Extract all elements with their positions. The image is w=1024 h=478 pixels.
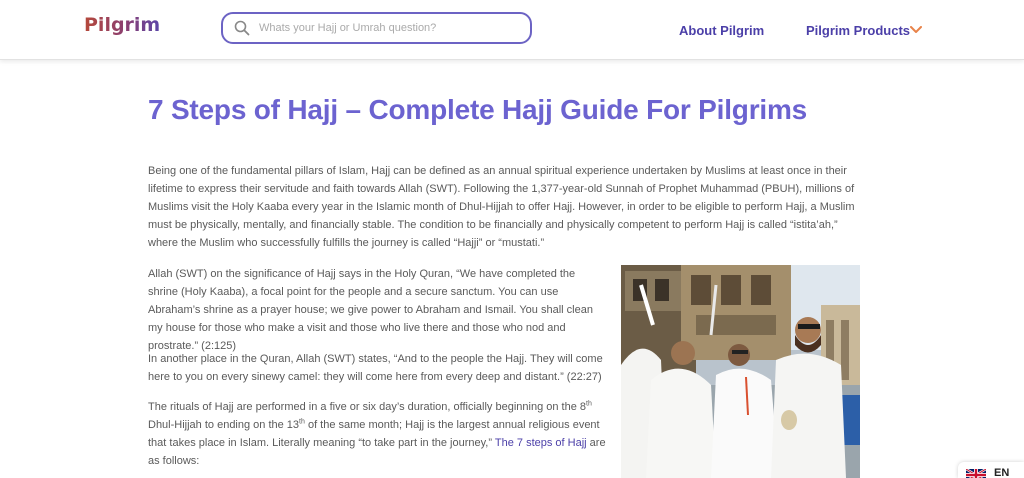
nav-pilgrim-products[interactable]: Pilgrim Products — [806, 23, 910, 38]
page-title: 7 Steps of Hajj – Complete Hajj Guide Fo… — [148, 94, 808, 125]
rituals-paragraph: The rituals of Hajj are performed in a f… — [148, 398, 608, 470]
rituals-text-b: Dhul-Hijjah to ending on the 13 — [148, 419, 300, 431]
uk-flag-icon — [966, 469, 986, 478]
second-quote-paragraph: In another place in the Quran, Allah (SW… — [148, 353, 603, 383]
site-header: Pilgrim About Pilgrim Pilgrim Products — [0, 0, 1024, 60]
quran-quote-paragraph: Allah (SWT) on the significance of Hajj … — [148, 268, 593, 352]
rituals-text-a: The rituals of Hajj are performed in a f… — [148, 401, 586, 413]
search-icon — [234, 20, 250, 36]
search-input[interactable] — [259, 19, 519, 37]
intro-paragraph: Being one of the fundamental pillars of … — [148, 165, 855, 249]
search-bar[interactable] — [221, 12, 532, 44]
language-switcher[interactable]: EN — [958, 462, 1024, 478]
superscript-th: th — [586, 400, 592, 408]
pilgrim-logo[interactable]: Pilgrim — [84, 14, 160, 36]
language-code: EN — [994, 467, 1010, 478]
chevron-down-icon[interactable] — [910, 26, 922, 34]
seven-steps-link[interactable]: The 7 steps of Hajj — [495, 437, 587, 449]
pilgrims-photo — [621, 265, 860, 478]
nav-about-pilgrim[interactable]: About Pilgrim — [679, 23, 764, 38]
